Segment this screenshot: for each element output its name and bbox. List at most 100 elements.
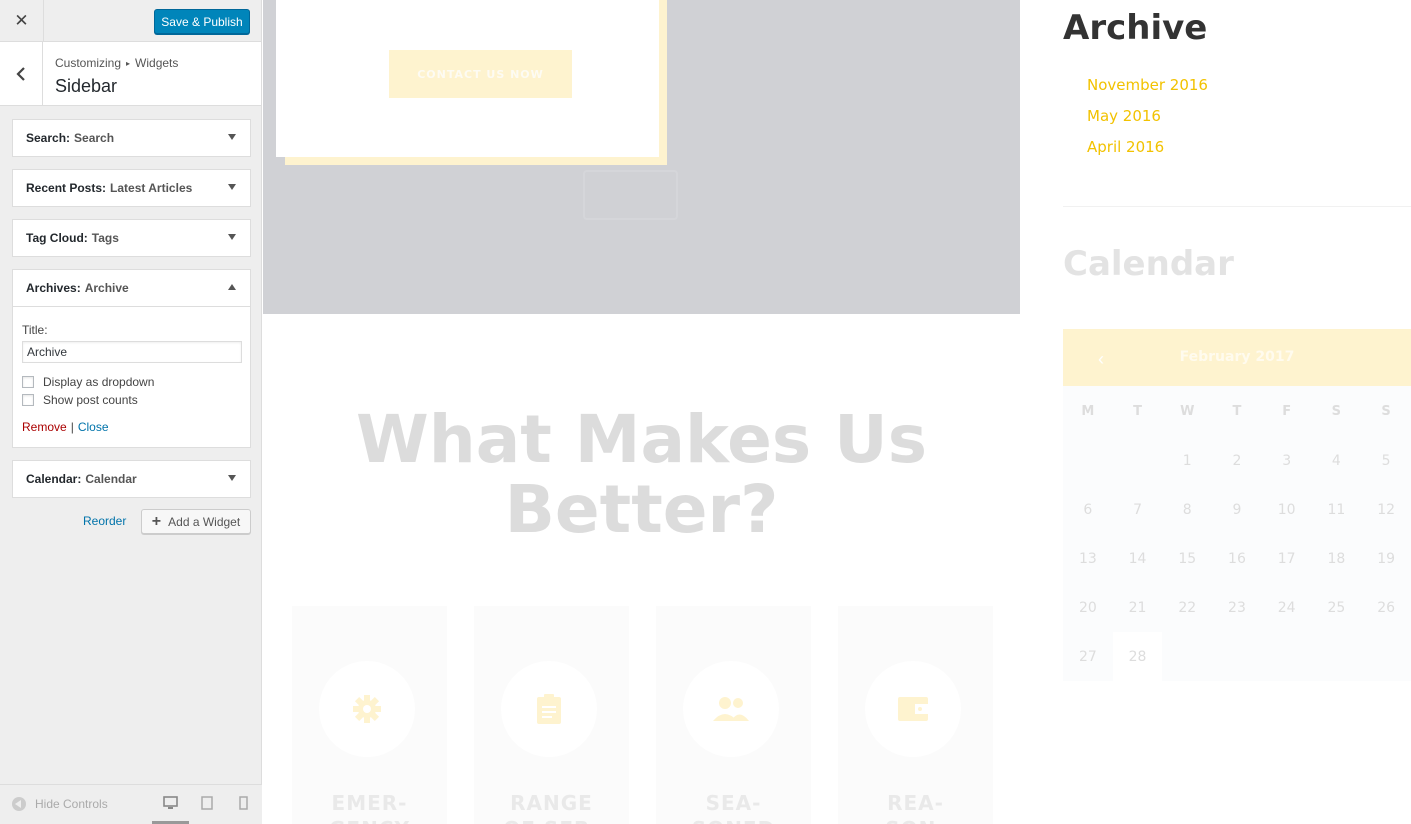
weekday: T bbox=[1133, 403, 1142, 419]
week-row: 13 14 15 16 17 18 19 bbox=[1063, 534, 1411, 583]
widget-header[interactable]: Archives: Archive bbox=[13, 270, 250, 306]
wallet-icon bbox=[898, 697, 928, 721]
breadcrumb-item: Customizing bbox=[55, 56, 122, 70]
feature-icon-circle bbox=[501, 661, 597, 757]
collapse-arrow-icon bbox=[12, 797, 26, 811]
day-cell: 15 bbox=[1178, 550, 1197, 567]
reorder-link[interactable]: Reorder bbox=[83, 514, 126, 528]
dropdown-option[interactable]: Display as dropdown bbox=[22, 375, 241, 389]
feature-icon-circle bbox=[319, 661, 415, 757]
collapse-arrow-icon[interactable] bbox=[228, 284, 236, 290]
archive-link[interactable]: November 2016 bbox=[1087, 76, 1208, 107]
day-cell: 21 bbox=[1128, 599, 1147, 616]
day-cell: 28 bbox=[1112, 632, 1163, 681]
feature-title-line: REA- bbox=[887, 791, 944, 815]
close-link[interactable]: Close bbox=[78, 420, 109, 434]
feature-card: RANGE OF SER- bbox=[474, 606, 629, 824]
post-counts-checkbox[interactable] bbox=[22, 394, 34, 406]
customizer-header: ✕ Save & Publish bbox=[0, 0, 261, 42]
widget-type: Search: bbox=[26, 131, 71, 145]
save-publish-button[interactable]: Save & Publish bbox=[154, 9, 250, 34]
day-cell bbox=[1162, 632, 1212, 681]
mobile-preview-button[interactable] bbox=[235, 795, 251, 811]
site-preview: CONTACT US NOW What Makes Us Better? EME… bbox=[263, 0, 1411, 824]
contact-us-button[interactable]: CONTACT US NOW bbox=[389, 50, 572, 98]
expand-arrow-icon[interactable] bbox=[228, 234, 236, 240]
calendar-widget: ‹ February 2017 M T W T F S S 1 2 3 4 5 … bbox=[1063, 329, 1411, 681]
day-cell: 18 bbox=[1327, 550, 1346, 567]
day-cell: 22 bbox=[1178, 599, 1197, 616]
day-cell: 24 bbox=[1277, 599, 1296, 616]
widget-tag-cloud: Tag Cloud: Tags bbox=[12, 219, 251, 257]
widget-type: Calendar: bbox=[26, 472, 82, 486]
chevron-left-icon bbox=[16, 66, 25, 81]
action-separator: | bbox=[70, 420, 74, 434]
expand-arrow-icon[interactable] bbox=[228, 184, 236, 190]
archive-link[interactable]: May 2016 bbox=[1087, 107, 1208, 138]
feature-title-line: OF SER- bbox=[474, 816, 629, 824]
widget-search: Search: Search bbox=[12, 119, 251, 157]
hero-section: CONTACT US NOW bbox=[263, 0, 1020, 314]
widget-recent-posts: Recent Posts: Latest Articles bbox=[12, 169, 251, 207]
widget-actions: Remove | Close bbox=[22, 420, 109, 434]
day-cell: 2 bbox=[1232, 452, 1242, 469]
day-cell bbox=[1063, 436, 1113, 485]
dropdown-checkbox[interactable] bbox=[22, 376, 34, 388]
week-row: 6 7 8 9 10 11 12 bbox=[1063, 485, 1411, 534]
day-cell: 14 bbox=[1128, 550, 1147, 567]
tablet-icon bbox=[201, 796, 213, 810]
section-header: Customizing ▸ Widgets Sidebar bbox=[0, 42, 261, 106]
feature-title-line: SEA- bbox=[705, 791, 762, 815]
widget-header[interactable]: Tag Cloud: Tags bbox=[13, 220, 250, 256]
widget-calendar: Calendar: Calendar bbox=[12, 460, 251, 498]
day-cell: 27 bbox=[1078, 648, 1097, 665]
expand-arrow-icon[interactable] bbox=[228, 134, 236, 140]
hero-background-shape bbox=[583, 170, 678, 220]
day-cell: 20 bbox=[1078, 599, 1097, 616]
calendar-grid: M T W T F S S 1 2 3 4 5 6 7 8 9 10 11 12… bbox=[1063, 386, 1411, 681]
feature-card: EMER- GENCY bbox=[292, 606, 447, 824]
day-cell: 25 bbox=[1327, 599, 1346, 616]
widget-form: Title: Archive Display as dropdown Show … bbox=[13, 306, 250, 447]
day-cell: 19 bbox=[1377, 550, 1396, 567]
widget-header[interactable]: Search: Search bbox=[13, 120, 250, 156]
weekday: S bbox=[1331, 403, 1342, 419]
feature-card: SEA- SONED bbox=[656, 606, 811, 824]
day-cell: 4 bbox=[1331, 452, 1341, 469]
breadcrumb-item: Widgets bbox=[135, 56, 179, 70]
feature-title: SEA- SONED bbox=[656, 790, 811, 824]
day-cell: 10 bbox=[1277, 501, 1296, 518]
weekday: S bbox=[1381, 403, 1391, 419]
weekday-row: M T W T F S S bbox=[1063, 386, 1411, 436]
expand-arrow-icon[interactable] bbox=[228, 475, 236, 481]
widget-header[interactable]: Calendar: Calendar bbox=[13, 461, 250, 497]
calendar-widget-title: Calendar bbox=[1063, 244, 1234, 284]
breadcrumb: Customizing ▸ Widgets bbox=[55, 56, 178, 70]
remove-link[interactable]: Remove bbox=[22, 420, 67, 434]
close-customizer-button[interactable]: ✕ bbox=[0, 0, 44, 42]
heading-line: What Makes Us bbox=[355, 401, 928, 478]
day-cell: 17 bbox=[1277, 550, 1296, 567]
day-cell bbox=[1262, 632, 1312, 681]
tablet-preview-button[interactable] bbox=[199, 795, 215, 811]
hide-controls-button[interactable]: Hide Controls bbox=[12, 797, 108, 811]
day-cell: 12 bbox=[1377, 501, 1396, 518]
widget-archives: Archives: Archive Title: Archive Display… bbox=[12, 269, 251, 448]
desktop-preview-button[interactable] bbox=[162, 795, 178, 811]
back-button[interactable] bbox=[0, 42, 43, 105]
day-cell bbox=[1212, 632, 1262, 681]
archive-link[interactable]: April 2016 bbox=[1087, 138, 1208, 169]
day-cell: 6 bbox=[1083, 501, 1093, 518]
weekday: M bbox=[1081, 403, 1095, 419]
day-cell bbox=[1312, 632, 1362, 681]
week-row: 27 28 bbox=[1063, 632, 1411, 681]
weekday: W bbox=[1180, 403, 1195, 419]
feature-title-line: SON- bbox=[838, 816, 993, 824]
post-counts-option[interactable]: Show post counts bbox=[22, 393, 241, 407]
week-row: 20 21 22 23 24 25 26 bbox=[1063, 583, 1411, 632]
title-input[interactable]: Archive bbox=[22, 341, 242, 363]
day-cell bbox=[1113, 436, 1163, 485]
weekday: F bbox=[1282, 403, 1292, 419]
add-widget-button[interactable]: + Add a Widget bbox=[141, 509, 251, 534]
widget-header[interactable]: Recent Posts: Latest Articles bbox=[13, 170, 250, 206]
